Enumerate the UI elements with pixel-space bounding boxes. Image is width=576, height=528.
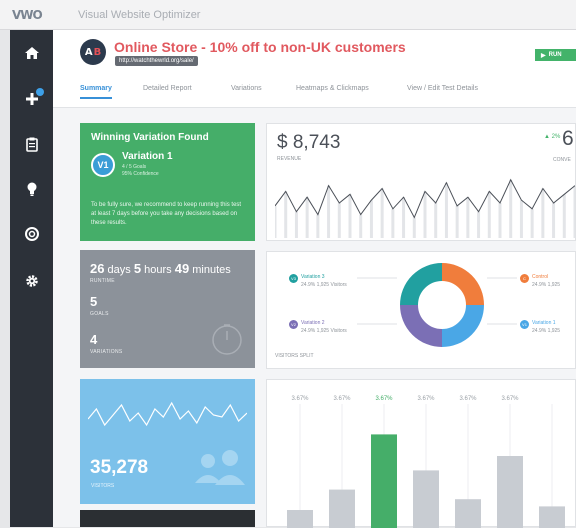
goals-value: 5 — [90, 294, 98, 309]
ab-test-logo: AB — [80, 39, 106, 65]
sidebar-item-ideas[interactable] — [10, 172, 53, 206]
conversion-bar-chart: 3.67% 3.67% 3.67% 3.67% 3.67% 3.67% — [287, 396, 565, 528]
app-name: Visual Website Optimizer — [78, 9, 201, 21]
main-content: AB Online Store - 10% off to non-UK cust… — [53, 30, 576, 528]
sidebar-item-home[interactable] — [10, 36, 53, 70]
sidebar — [10, 30, 53, 527]
tab-test-details[interactable]: View / Edit Test Details — [407, 85, 478, 92]
app-logo[interactable]: VWO — [12, 8, 43, 22]
visitors-split-label: VISITORS SPLIT — [275, 353, 314, 359]
campaign-title[interactable]: Online Store - 10% off to non-UK custome… — [114, 39, 406, 55]
media-card[interactable] — [80, 510, 255, 527]
winner-confidence: 95% Confidence — [122, 171, 159, 177]
winner-recommendation: To be fully sure, we recommend to keep r… — [91, 202, 242, 226]
visitors-sparkline — [88, 401, 247, 427]
bar-value-label: 3.67% — [291, 396, 309, 402]
variations-value: 4 — [90, 332, 98, 347]
gear-icon — [25, 275, 38, 287]
variation-badge: V1 — [91, 153, 115, 177]
conversion-bar — [413, 470, 439, 528]
variations-label: VARIATIONS — [90, 349, 123, 355]
tab-summary[interactable]: Summary — [80, 85, 112, 99]
notification-badge — [36, 88, 44, 96]
sidebar-item-create[interactable] — [10, 82, 53, 116]
visitors-line — [88, 401, 247, 427]
runtime-label: RUNTIME — [90, 278, 115, 284]
sidebar-item-settings[interactable] — [10, 264, 53, 298]
campaign-header: AB Online Store - 10% off to non-UK cust… — [53, 30, 576, 74]
revenue-card[interactable]: $ 8,743 REVENUE ▲ 2% 6 CONVE — [266, 123, 576, 241]
run-button-label: RUN — [548, 52, 562, 58]
conversion-label: CONVE — [553, 157, 571, 163]
conversion-bar — [329, 489, 355, 528]
bar-value-label: 3.67% — [417, 396, 435, 402]
lightbulb-icon — [27, 182, 36, 196]
winner-meta: 4 / 5 Goals 95% Confidence — [122, 164, 159, 178]
sidebar-item-help[interactable] — [10, 217, 53, 251]
sidebar-item-reports[interactable] — [10, 127, 53, 161]
bar-value-label: 3.67% — [459, 396, 477, 402]
revenue-label: REVENUE — [277, 156, 302, 162]
run-button[interactable]: ▶ RUN — [535, 49, 576, 61]
bar-value-label: 3.67% — [501, 396, 519, 402]
visitors-label: VISITORS — [91, 483, 115, 489]
lifebuoy-icon — [24, 227, 39, 241]
goals-label: GOALS — [90, 311, 109, 317]
conversion-bar — [371, 434, 397, 528]
conversion-bar — [497, 456, 523, 528]
home-icon — [24, 47, 39, 59]
visitors-split-card[interactable]: V3 Variation 3 24.9% 1,925 Visitors V2 V… — [266, 251, 576, 369]
visitors-donut-chart — [400, 263, 484, 347]
runtime-value: 26 days 5 hours 49 minutes — [90, 261, 231, 276]
campaign-url[interactable]: http://watchthewrld.org/sale/ — [115, 56, 198, 66]
tab-detailed-report[interactable]: Detailed Report — [143, 85, 192, 92]
conversion-bar — [455, 499, 481, 528]
runtime-card[interactable]: 26 days 5 hours 49 minutes RUNTIME 5 GOA… — [80, 250, 255, 368]
clipboard-icon — [25, 137, 38, 152]
bar-value-label: 3.67% — [333, 396, 351, 402]
bar-value-label: 3.67% — [375, 396, 393, 402]
top-bar: VWO Visual Website Optimizer — [0, 0, 576, 30]
conversion-bar — [287, 510, 313, 528]
winner-goals: 4 / 5 Goals — [122, 164, 147, 170]
tab-heatmaps[interactable]: Heatmaps & Clickmaps — [296, 85, 369, 92]
conversion-value: 6 — [562, 127, 574, 150]
revenue-chart — [275, 178, 575, 238]
stopwatch-icon — [212, 324, 242, 355]
winner-heading: Winning Variation Found — [91, 132, 209, 143]
visitors-value: 35,278 — [90, 457, 149, 478]
tab-variations[interactable]: Variations — [231, 85, 262, 92]
users-icon — [195, 450, 245, 485]
conversion-bar-card[interactable]: 3.67% 3.67% 3.67% 3.67% 3.67% 3.67% — [266, 379, 576, 528]
winning-variation-card[interactable]: Winning Variation Found V1 Variation 1 4… — [80, 123, 255, 241]
conversion-change: ▲ 2% — [544, 134, 561, 140]
winner-variation-name: Variation 1 — [122, 151, 173, 162]
revenue-value: $ 8,743 — [277, 132, 341, 153]
conversion-bar — [539, 506, 565, 528]
visitors-card[interactable]: 35,278 VISITORS — [80, 379, 255, 504]
campaign-tabs: Summary Detailed Report Variations Heatm… — [53, 74, 576, 108]
